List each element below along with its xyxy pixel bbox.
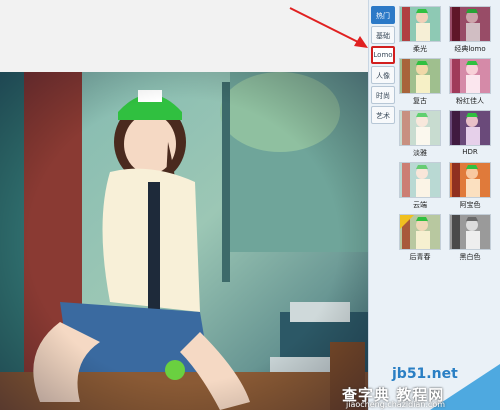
- filter-thumbnail[interactable]: [449, 6, 491, 42]
- filter-thumbnail[interactable]: [449, 214, 491, 250]
- filter-item[interactable]: 柔光: [396, 6, 446, 58]
- filter-label: 柔光: [413, 45, 427, 53]
- filter-thumbnail[interactable]: [449, 58, 491, 94]
- filter-label: 后青春: [409, 253, 431, 261]
- watermark-url: jiaocheng.chazidian.com: [346, 400, 446, 409]
- tab-fashion[interactable]: 时尚: [371, 86, 395, 104]
- filter-thumbnail[interactable]: [399, 6, 441, 42]
- filter-item[interactable]: 复古: [396, 58, 446, 110]
- photo-canvas[interactable]: [0, 72, 368, 410]
- filter-thumbnail[interactable]: [399, 214, 441, 250]
- photo-editor-window: 热门 基础 Lomo 人像 时尚 艺术 柔光 经典lomo 复古 粉红佳人 淡雅…: [0, 0, 500, 410]
- toolbar-area: [0, 0, 368, 72]
- tab-lomo[interactable]: Lomo: [371, 46, 395, 64]
- watermark: jb51.net 查字典 教程网 jiaocheng.chazidian.com: [340, 364, 500, 410]
- watermark-site: jb51.net: [392, 366, 458, 382]
- tab-basic[interactable]: 基础: [371, 26, 395, 44]
- filter-thumbnail[interactable]: [449, 110, 491, 146]
- filter-label: 淡雅: [413, 149, 427, 157]
- filter-thumbnail[interactable]: [399, 110, 441, 146]
- filter-label: HDR: [462, 148, 478, 156]
- filter-thumbnail[interactable]: [399, 58, 441, 94]
- tab-art[interactable]: 艺术: [371, 106, 395, 124]
- filter-item[interactable]: 阿宝色: [446, 162, 496, 214]
- filter-label: 云端: [413, 201, 427, 209]
- filter-label: 复古: [413, 97, 427, 105]
- filter-item[interactable]: 经典lomo: [446, 6, 496, 58]
- filter-category-tabs: 热门 基础 Lomo 人像 时尚 艺术: [371, 6, 395, 126]
- filter-thumbnail[interactable]: [449, 162, 491, 198]
- filter-label: 粉红佳人: [456, 97, 484, 105]
- filter-item[interactable]: 淡雅: [396, 110, 446, 162]
- filter-item[interactable]: 后青春: [396, 214, 446, 266]
- filter-panel: 热门 基础 Lomo 人像 时尚 艺术 柔光 经典lomo 复古 粉红佳人 淡雅…: [368, 0, 500, 410]
- tab-portrait[interactable]: 人像: [371, 66, 395, 84]
- filter-item[interactable]: 粉红佳人: [446, 58, 496, 110]
- filter-label: 阿宝色: [459, 201, 481, 209]
- tab-hot[interactable]: 热门: [371, 6, 395, 24]
- filter-thumbnail[interactable]: [399, 162, 441, 198]
- filter-item[interactable]: 黑白色: [446, 214, 496, 266]
- filter-label: 经典lomo: [454, 45, 486, 53]
- filter-item[interactable]: HDR: [446, 110, 496, 162]
- filter-item[interactable]: 云端: [396, 162, 446, 214]
- portrait-photo: [0, 72, 368, 410]
- filter-label: 黑白色: [459, 253, 481, 261]
